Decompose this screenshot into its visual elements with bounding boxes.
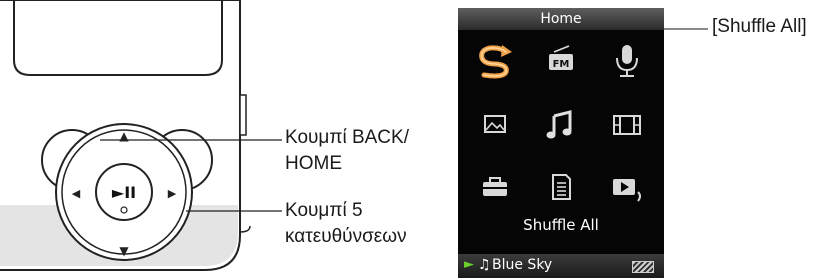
- back-home-callout-line2: HOME: [285, 153, 342, 174]
- video-icon[interactable]: [602, 106, 652, 144]
- five-way-callout: Κουμπί 5 κατευθύνσεων: [285, 198, 407, 250]
- settings-icon[interactable]: [470, 168, 520, 206]
- svg-text:FM: FM: [553, 59, 570, 70]
- voice-recording-icon[interactable]: [602, 42, 652, 80]
- up-arrow-icon: ▲: [119, 129, 129, 143]
- left-arrow-icon: ◀: [72, 187, 81, 200]
- screen-title: Home: [458, 8, 664, 30]
- music-note-icon: ♫: [478, 257, 491, 273]
- right-arrow-icon: ▶: [168, 187, 177, 200]
- status-bar: ► ♫ Blue Sky: [458, 254, 664, 278]
- play-indicator-icon: ►: [464, 257, 474, 272]
- shuffle-all-callout: [Shuffle All]: [712, 16, 807, 37]
- play-pause-icon: ►II: [112, 183, 136, 202]
- back-home-callout-line1: Κουμπί BACK/: [285, 127, 409, 148]
- track-title: Blue Sky: [492, 257, 553, 273]
- five-way-callout-line2: κατευθύνσεων: [285, 226, 407, 247]
- playlist-icon[interactable]: [536, 168, 586, 206]
- music-icon[interactable]: [536, 106, 586, 144]
- back-home-callout: Κουμπί BACK/ HOME: [285, 125, 409, 177]
- now-playing-icon[interactable]: [602, 168, 652, 206]
- battery-icon: [632, 261, 654, 273]
- five-way-callout-line1: Κουμπί 5: [285, 200, 363, 221]
- selected-item-label: Shuffle All: [523, 216, 599, 234]
- down-arrow-icon: ▼: [119, 244, 129, 258]
- shuffle-all-icon[interactable]: [470, 42, 520, 80]
- photo-icon[interactable]: [470, 106, 520, 144]
- device-illustration: ▲ ▼ ◀ ▶ ►II: [0, 0, 708, 271]
- fm-radio-icon[interactable]: FM: [536, 42, 586, 80]
- home-screen: Home FM Shuffle All ► ♫ Blue Sky: [458, 8, 664, 278]
- side-button: [239, 94, 247, 136]
